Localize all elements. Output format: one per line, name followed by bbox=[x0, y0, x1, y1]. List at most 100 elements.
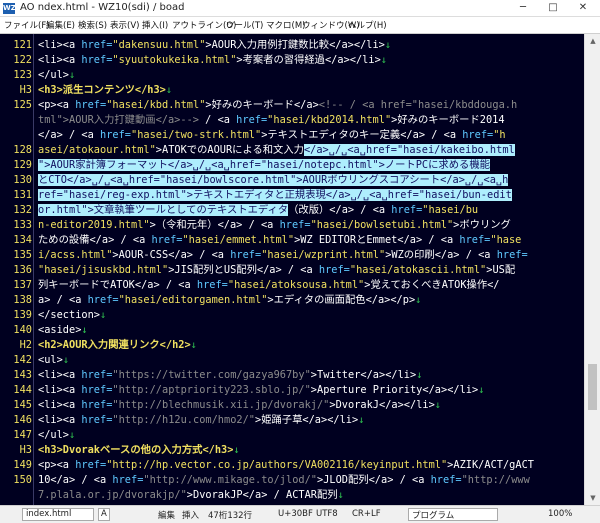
menu-help[interactable]: ヘルプ(H) bbox=[348, 19, 387, 31]
code-line[interactable]: ref="hasei/reg-exp.html">テキストエディタと正規表現</… bbox=[38, 188, 584, 203]
code-token: >ATOKでのAOURによる和文入力 bbox=[155, 144, 304, 156]
code-line[interactable]: <li><a href="http://h12u.com/hmo2/">姫踊子草… bbox=[38, 413, 584, 428]
code-token: <li><a bbox=[38, 39, 82, 51]
status-bar: index.html A 編集 挿入 47桁132行 U+30BF UTF8 C… bbox=[0, 505, 600, 523]
code-line[interactable]: i/acss.html">AOUR-CSS</a> / <a href="has… bbox=[38, 248, 584, 263]
code-line[interactable]: or.html">文章執筆ツールとしてのテキストエディタ（改版）</a> / <… bbox=[38, 203, 584, 218]
code-token: >覚えておくべきATOK操作 bbox=[364, 279, 488, 291]
code-line[interactable]: </ul>↓ bbox=[38, 68, 584, 83]
menu-insert[interactable]: 挿入(I) bbox=[142, 19, 168, 31]
menu-file[interactable]: ファイル(F) bbox=[4, 19, 50, 31]
code-token: >DvorakJP bbox=[186, 489, 243, 501]
code-token: >テキストエディタのキー定義 bbox=[261, 129, 401, 141]
scroll-down-arrow-icon[interactable]: ▼ bbox=[585, 491, 600, 505]
code-line[interactable]: </a> / <a href="hasei/two-strk.html">テキス… bbox=[38, 128, 584, 143]
code-token: href= bbox=[459, 234, 491, 246]
scroll-thumb[interactable] bbox=[588, 364, 597, 410]
selected-text: ">AOUR家計簿フォーマット</a>␣/␣<a␣href="hasei/not… bbox=[38, 159, 490, 171]
line-number: 121 bbox=[13, 39, 32, 51]
code-token: n-editor2019.html" bbox=[38, 219, 150, 231]
code-line[interactable]: <li><a href="syuutokukeika.html">考案者の習得経… bbox=[38, 53, 584, 68]
code-token: </a> / <a bbox=[134, 279, 197, 291]
line-number bbox=[0, 128, 32, 143]
code-token: ↓ bbox=[478, 384, 485, 396]
code-line[interactable]: <p><a href="hasei/kbd.html">好みのキーボード</a>… bbox=[38, 98, 584, 113]
status-newline[interactable]: CR+LF bbox=[352, 509, 381, 519]
code-token: >JIS配列とUS配列 bbox=[168, 264, 257, 276]
menu-search[interactable]: 検索(S) bbox=[78, 19, 107, 31]
maximize-button[interactable]: □ bbox=[538, 0, 568, 16]
code-token: </a> / <a bbox=[168, 249, 231, 261]
status-file[interactable]: index.html bbox=[26, 509, 71, 519]
code-token: ↓ bbox=[69, 429, 76, 441]
selected-text: or.html">文章執筆ツールとしてのテキストエディタ bbox=[38, 204, 289, 216]
code-line[interactable]: <li><a href="http://aptpriority223.sblo.… bbox=[38, 383, 584, 398]
code-line[interactable]: ">AOUR家計簿フォーマット</a>␣/␣<a␣href="hasei/not… bbox=[38, 158, 584, 173]
code-area[interactable]: <li><a href="dakensuu.html">AOUR入力用例打鍵数比… bbox=[38, 38, 584, 505]
wz-app-icon[interactable]: WZ bbox=[3, 3, 16, 14]
code-token: <li><a bbox=[38, 384, 82, 396]
code-token: <aside> bbox=[38, 324, 82, 336]
code-token: <h2>AOUR入力関連リンク</h2> bbox=[38, 339, 191, 351]
code-line[interactable]: </section>↓ bbox=[38, 308, 584, 323]
code-line[interactable]: n-editor2019.html">（令和元年）</a> / <a href=… bbox=[38, 218, 584, 233]
code-token: <ul> bbox=[38, 354, 63, 366]
code-line[interactable]: 10</a> / <a href="http://www.mikage.to/j… bbox=[38, 473, 584, 488]
status-zoom[interactable]: 100% bbox=[548, 509, 572, 519]
status-mode-insert[interactable]: 挿入 bbox=[182, 509, 199, 521]
line-number: 139 bbox=[13, 309, 32, 321]
line-number: 125 bbox=[13, 99, 32, 111]
code-line[interactable]: 列キーボードでATOK</a> / <a href="hasei/atoksou… bbox=[38, 278, 584, 293]
code-line[interactable]: a> / <a href="hasei/editorgamen.html">エデ… bbox=[38, 293, 584, 308]
window-title: AO ndex.html - WZ10(sdi) / boad bbox=[20, 2, 185, 13]
minimize-button[interactable]: ─ bbox=[508, 0, 538, 16]
code-token: "h bbox=[493, 129, 506, 141]
code-token: <li><a bbox=[38, 399, 82, 411]
code-line[interactable]: <li><a href="https://twitter.com/gazya96… bbox=[38, 368, 584, 383]
code-token: ↓ bbox=[358, 414, 365, 426]
scroll-up-arrow-icon[interactable]: ▲ bbox=[585, 34, 600, 48]
code-token: 7.plala.or.jp/dvorakjp/" bbox=[38, 489, 187, 501]
code-token: >DvorakJ bbox=[329, 399, 379, 411]
menu-view[interactable]: 表示(V) bbox=[110, 19, 139, 31]
status-mode-edit[interactable]: 編集 bbox=[158, 509, 175, 521]
code-token: 列キーボードでATOK bbox=[38, 279, 135, 291]
code-token: >姫踊子草 bbox=[255, 414, 303, 426]
line-number: 144 bbox=[13, 384, 32, 396]
menu-tools[interactable]: ツール(T) bbox=[226, 19, 263, 31]
code-token: </ul> bbox=[38, 429, 69, 441]
line-number: 123 bbox=[13, 69, 32, 81]
code-token: tml">AOUR入力打鍵動画</a>--> bbox=[38, 114, 206, 126]
code-line[interactable]: </ul>↓ bbox=[38, 428, 584, 443]
status-ime[interactable]: A bbox=[101, 509, 107, 519]
code-line[interactable]: ための設備</a> / <a href="hasei/emmet.html">W… bbox=[38, 233, 584, 248]
code-token: >考案者の習得経過 bbox=[236, 54, 325, 66]
code-editor[interactable]: 121 122 123 H3 125 128 129 130 131 132 133 134 135 13… bbox=[0, 34, 600, 505]
code-line[interactable]: <aside>↓ bbox=[38, 323, 584, 338]
code-line[interactable]: <li><a href="http://blechmusik.xii.jp/dv… bbox=[38, 398, 584, 413]
code-line[interactable]: <li><a href="dakensuu.html">AOUR入力用例打鍵数比… bbox=[38, 38, 584, 53]
code-line[interactable]: asei/atokaour.html">ATOKでのAOURによる和文入力</a… bbox=[38, 143, 584, 158]
code-line[interactable]: "hasei/jisuskbd.html">JIS配列とUS配列</a> / <… bbox=[38, 263, 584, 278]
code-line[interactable]: <p><a href="http://hp.vector.co.jp/autho… bbox=[38, 458, 584, 473]
status-encoding[interactable]: UTF8 bbox=[316, 509, 338, 519]
code-token: <h3>派生コンテンツ</h3> bbox=[38, 84, 166, 96]
status-position[interactable]: 47桁132行 bbox=[208, 509, 252, 521]
code-line[interactable]: tml">AOUR入力打鍵動画</a>--> / <a href="hasei/… bbox=[38, 113, 584, 128]
code-token: "hasei/bowlsetubi.html" bbox=[310, 219, 454, 231]
code-line[interactable]: <h2>AOUR入力関連リンク</h2>↓ bbox=[38, 338, 584, 353]
code-token: "hasei/atoksousa.html" bbox=[227, 279, 365, 291]
code-line[interactable]: <h3>Dvorakベースの他の入力方式</h3>↓ bbox=[38, 443, 584, 458]
code-token: （改版） bbox=[288, 204, 330, 216]
code-token: href= bbox=[279, 219, 311, 231]
code-line[interactable]: とCTO</a>␣/␣<a␣href="hasei/bowlscore.html… bbox=[38, 173, 584, 188]
code-line[interactable]: 7.plala.or.jp/dvorakjp/">DvorakJP</a> / … bbox=[38, 488, 584, 503]
close-button[interactable]: ✕ bbox=[568, 0, 598, 16]
menu-macro[interactable]: マクロ(M) bbox=[266, 19, 305, 31]
vertical-scrollbar[interactable]: ▲ ▼ bbox=[584, 34, 600, 505]
code-line[interactable]: <ul>↓ bbox=[38, 353, 584, 368]
menu-edit[interactable]: 編集(E) bbox=[46, 19, 75, 31]
code-line[interactable]: <h3>派生コンテンツ</h3>↓ bbox=[38, 83, 584, 98]
code-token: >WZの印刷 bbox=[385, 249, 435, 261]
status-doc-type[interactable]: プログラム bbox=[412, 509, 454, 521]
